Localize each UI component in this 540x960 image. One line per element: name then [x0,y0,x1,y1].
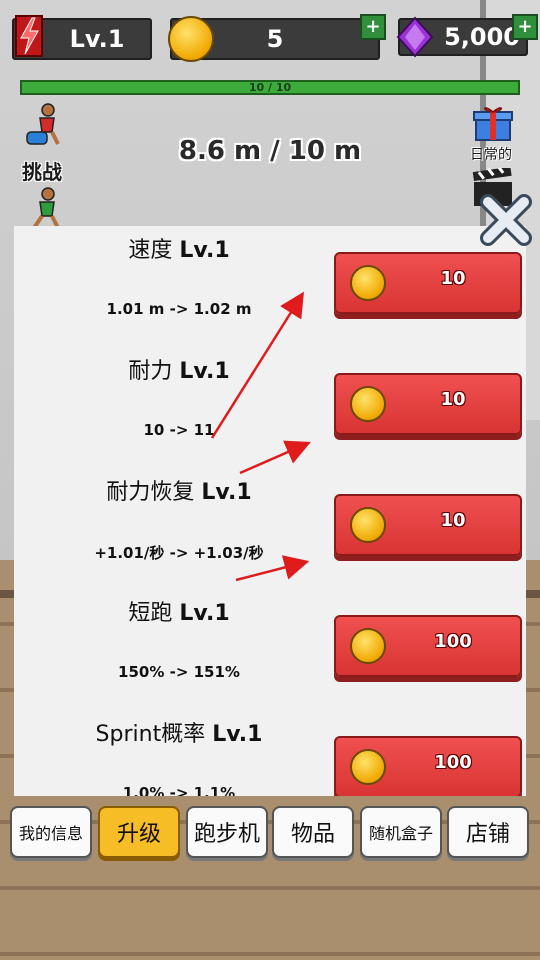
upgrade-name: 耐力 [128,359,173,384]
upgrade-title: 速度 Lv.1 [14,232,344,264]
coin-icon [350,628,386,664]
stamina-bar: 10 / 10 [20,80,520,95]
upgrade-level: Lv.1 [201,480,252,505]
upgrade-level: Lv.1 [179,601,230,626]
tab-0[interactable]: 我的信息 [10,806,92,858]
close-icon[interactable] [478,192,534,248]
stamina-text: 10 / 10 [248,81,292,94]
upgrade-buy-button[interactable]: 10 [334,373,522,435]
upgrade-level: Lv.1 [212,722,263,747]
upgrade-buy-button[interactable]: 10 [334,252,522,314]
tab-4[interactable]: 随机盒子 [360,806,442,858]
upgrade-price: 10 [440,268,466,289]
upgrade-panel: 速度 Lv.1 1.01 m -> 1.02 m 10 耐力 Lv.1 10 -> 11… [14,226,526,796]
coin-icon [350,265,386,301]
coin-icon [350,507,386,543]
upgrade-name: 速度 [128,238,173,263]
top-hud: Lv.1 5 + 5,000 + [0,0,540,62]
upgrade-detail: 1.0% -> 1.1% [122,784,236,796]
upgrade-buy-button[interactable]: 100 [334,615,522,677]
coin-icon [168,16,214,62]
tab-3[interactable]: 物品 [272,806,354,858]
add-coins-button[interactable]: + [360,14,386,40]
upgrade-title: 耐力 Lv.1 [14,353,344,385]
upgrade-name: Sprint概率 [95,722,206,747]
upgrade-row: 耐力恢复 Lv.1 +1.01/秒 -> +1.03/秒 10 [14,468,526,589]
upgrade-title: 耐力恢复 Lv.1 [14,474,344,506]
upgrade-buy-button[interactable]: 100 [334,736,522,796]
tab-1[interactable]: 升级 [98,806,180,858]
upgrade-title: Sprint概率 Lv.1 [14,716,344,748]
upgrade-price: 100 [434,752,472,773]
tab-2[interactable]: 跑步机 [186,806,268,858]
gem-count: 5,000 [444,23,520,51]
upgrade-price: 100 [434,631,472,652]
tab-5[interactable]: 店铺 [447,806,529,858]
upgrade-row: 速度 Lv.1 1.01 m -> 1.02 m 10 [14,226,526,347]
lightning-icon [15,15,43,57]
upgrade-detail: +1.01/秒 -> +1.03/秒 [94,544,264,562]
upgrade-row: 短跑 Lv.1 150% -> 151% 100 [14,589,526,710]
upgrade-detail: 150% -> 151% [118,663,240,681]
coin-icon [350,749,386,785]
upgrade-detail: 10 -> 11 [143,421,215,439]
distance-readout: 8.6 m / 10 m [178,136,362,166]
bottom-tab-bar: 我的信息 升级 跑步机 物品 随机盒子 店铺 [10,806,530,862]
coin-count: 5 [266,25,284,53]
daily-reward-label[interactable]: 日常的 [470,144,512,164]
upgrade-price: 10 [440,389,466,410]
upgrade-buy-button[interactable]: 10 [334,494,522,556]
upgrade-name: 耐力恢复 [106,480,195,505]
upgrade-level: Lv.1 [179,359,230,384]
player-level: Lv.1 [69,25,125,53]
gem-icon [396,16,434,58]
gift-icon[interactable] [472,104,514,142]
upgrade-row: Sprint概率 Lv.1 1.0% -> 1.1% 100 [14,710,526,796]
upgrade-title: 短跑 Lv.1 [14,595,344,627]
add-gems-button[interactable]: + [512,14,538,40]
coin-icon [350,386,386,422]
upgrade-price: 10 [440,510,466,531]
upgrade-row: 耐力 Lv.1 10 -> 11 10 [14,347,526,468]
upgrade-detail: 1.01 m -> 1.02 m [106,300,252,318]
upgrade-name: 短跑 [128,601,173,626]
upgrade-level: Lv.1 [179,238,230,263]
